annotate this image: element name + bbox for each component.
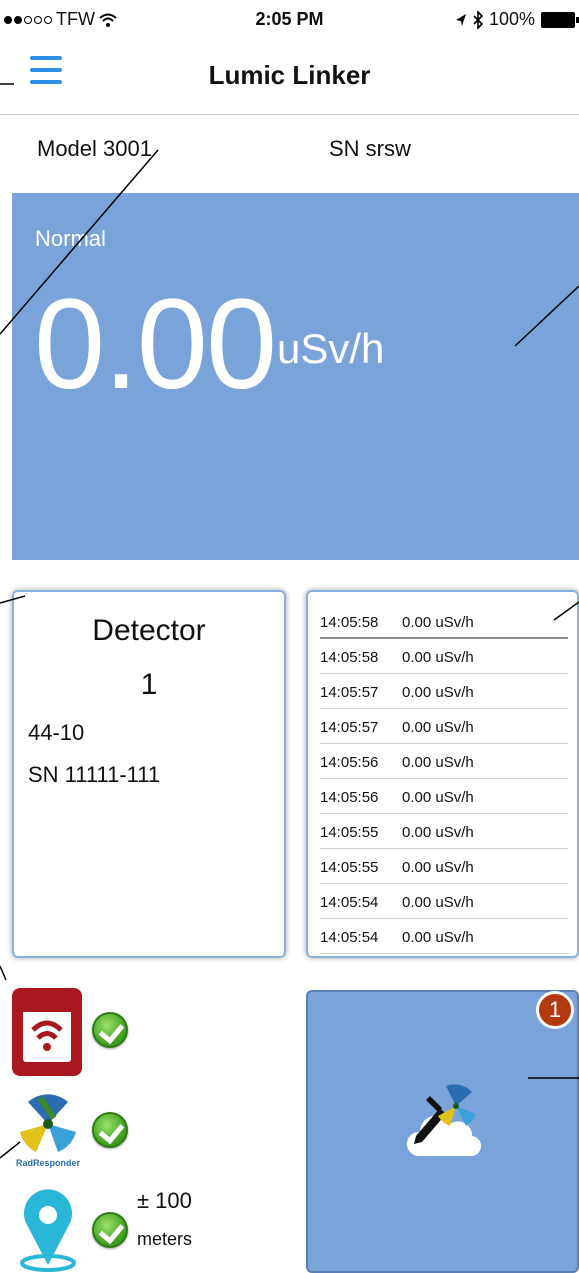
detector-card[interactable]: Detector 1 44-10 SN 11111-111 xyxy=(12,590,286,958)
log-row: 14:05:54 0.00 uSv/h xyxy=(320,919,568,954)
device-model: Model 3001 xyxy=(37,136,152,161)
battery-percent: 100% xyxy=(488,9,535,29)
log-row: 14:05:58 0.00 uSv/h xyxy=(320,604,568,639)
navigation-bar: Lumic Linker xyxy=(0,40,579,115)
gps-accuracy-unit: meters xyxy=(137,1229,193,1249)
battery-icon xyxy=(541,11,579,28)
log-row: 14:05:57 0.00 uSv/h xyxy=(320,709,568,744)
dose-rate-value: 0.00 xyxy=(34,273,277,416)
wifi-device-icon[interactable] xyxy=(12,988,82,1076)
dose-rate-unit: uSv/h xyxy=(277,325,385,372)
location-pin-icon[interactable] xyxy=(18,1185,78,1273)
log-row: 14:05:56 0.00 uSv/h xyxy=(320,744,568,779)
check-icon xyxy=(92,1112,128,1148)
check-icon xyxy=(92,1012,128,1048)
status-right: 100% xyxy=(455,9,579,30)
rad-responder-icon[interactable]: RadResponder xyxy=(14,1088,82,1168)
log-row: 14:05:56 0.00 uSv/h xyxy=(320,779,568,814)
status-bar: TFW 2:05 PM 100% xyxy=(0,0,579,40)
log-row: 14:05:58 0.00 uSv/h xyxy=(320,639,568,674)
detector-number: 1 xyxy=(140,668,158,701)
log-row: 14:05:57 0.00 uSv/h xyxy=(320,674,568,709)
gps-accuracy: ± 100 xyxy=(137,1188,192,1213)
location-arrow-icon xyxy=(455,13,466,26)
pending-upload-badge: 1 xyxy=(536,991,574,1029)
detector-serial: SN 11111-111 xyxy=(28,762,161,787)
alarm-status: Normal xyxy=(35,226,106,251)
rad-responder-label: RadResponder xyxy=(16,1158,81,1168)
check-icon xyxy=(92,1212,128,1248)
log-row: 14:05:54 0.00 uSv/h xyxy=(320,884,568,919)
cloud-upload-icon xyxy=(406,1084,482,1157)
detector-heading: Detector xyxy=(92,614,206,647)
upload-button[interactable] xyxy=(306,990,579,1273)
bluetooth-icon xyxy=(473,10,483,29)
reading-log[interactable]: 14:05:58 0.00 uSv/h 14:05:58 0.00 uSv/h 14… xyxy=(306,590,579,958)
detector-model: 44-10 xyxy=(28,720,85,745)
page-title: Lumic Linker xyxy=(208,60,371,90)
dose-rate-panel: Normal 0.00 uSv/h xyxy=(12,193,579,560)
device-serial: SN srsw xyxy=(329,136,411,161)
log-row: 14:05:55 0.00 uSv/h xyxy=(320,814,568,849)
log-row: 14:05:55 0.00 uSv/h xyxy=(320,849,568,884)
